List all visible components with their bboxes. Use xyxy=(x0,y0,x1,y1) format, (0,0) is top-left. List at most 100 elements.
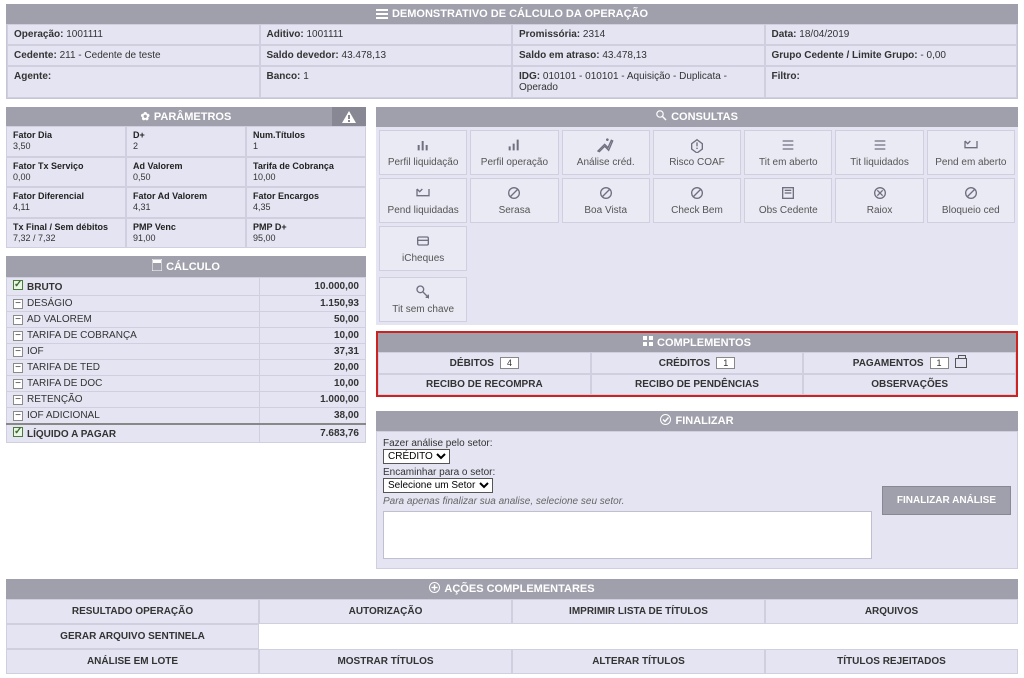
calc-row: −IOF ADICIONAL38,00 xyxy=(7,408,366,425)
info-grid: Operação: 1001111 Aditivo: 1001111 Promi… xyxy=(6,24,1018,99)
minus-icon: − xyxy=(13,347,23,357)
consulta-btn[interactable]: Serasa xyxy=(470,178,558,223)
info-operacao: Operação: 1001111 xyxy=(7,24,260,45)
consulta-btn[interactable]: Análise créd. xyxy=(562,130,650,175)
check-circle-icon xyxy=(660,414,671,428)
calc-row: −RETENÇÃO1.000,00 xyxy=(7,392,366,408)
param-cell: Fator Encargos4,35 xyxy=(246,187,366,218)
badge-pagamentos: 1 xyxy=(930,357,949,369)
calc-row: −TARIFA DE COBRANÇA10,00 xyxy=(7,328,366,344)
page-title: DEMONSTRATIVO DE CÁLCULO DA OPERAÇÃO xyxy=(392,8,648,20)
param-cell: PMP Venc91,00 xyxy=(126,218,246,249)
consulta-tit-sem-chave[interactable]: Tit sem chave xyxy=(379,277,467,322)
minus-icon: − xyxy=(13,411,23,421)
param-cell: D+2 xyxy=(126,126,246,157)
consulta-btn[interactable]: Pend em aberto xyxy=(927,130,1015,175)
param-cell: Fator Tx Serviço0,00 xyxy=(6,157,126,188)
calculo-header: CÁLCULO xyxy=(6,256,366,277)
consulta-btn[interactable]: Tit em aberto xyxy=(744,130,832,175)
acao-gerar-sentinela[interactable]: GERAR ARQUIVO SENTINELA xyxy=(6,624,259,649)
consulta-btn[interactable]: Bloqueio ced xyxy=(927,178,1015,223)
param-cell: Ad Valorem0,50 xyxy=(126,157,246,188)
check-icon xyxy=(13,427,23,437)
param-cell: Fator Diferencial4,11 xyxy=(6,187,126,218)
info-promissoria: Promissória: 2314 xyxy=(512,24,765,45)
info-idg: IDG: 010101 - 010101 - Aquisição - Dupli… xyxy=(512,66,765,98)
info-data: Data: 18/04/2019 xyxy=(765,24,1018,45)
consulta-btn[interactable]: Perfil liquidação xyxy=(379,130,467,175)
search-icon xyxy=(656,110,667,124)
calc-row: −IOF37,31 xyxy=(7,344,366,360)
finalizar-header: FINALIZAR xyxy=(376,411,1018,431)
comp-debitos[interactable]: DÉBITOS 4 xyxy=(378,352,591,374)
info-saldo-devedor: Saldo devedor: 43.478,13 xyxy=(260,45,513,66)
acao-resultado-operacao[interactable]: RESULTADO OPERAÇÃO xyxy=(6,599,259,624)
param-cell: PMP D+95,00 xyxy=(246,218,366,249)
calc-row-liquido: LÍQUIDO A PAGAR 7.683,76 xyxy=(7,424,366,443)
plus-circle-icon xyxy=(429,582,440,596)
acao-arquivos[interactable]: ARQUIVOS xyxy=(765,599,1018,624)
info-grupo: Grupo Cedente / Limite Grupo: - 0,00 xyxy=(765,45,1018,66)
acao-analise-lote[interactable]: ANÁLISE EM LOTE xyxy=(6,649,259,674)
acao-imprimir-lista[interactable]: IMPRIMIR LISTA DE TÍTULOS xyxy=(512,599,765,624)
calculo-table: BRUTO 10.000,00 −DESÁGIO1.150,93−AD VALO… xyxy=(6,277,366,443)
page-title-bar: DEMONSTRATIVO DE CÁLCULO DA OPERAÇÃO xyxy=(6,4,1018,24)
consulta-btn[interactable]: Boa Vista xyxy=(562,178,650,223)
param-cell: Fator Dia3,50 xyxy=(6,126,126,157)
fazer-analise-label: Fazer análise pelo setor: xyxy=(383,438,872,449)
acao-titulos-rejeitados[interactable]: TÍTULOS REJEITADOS xyxy=(765,649,1018,674)
calc-row: −DESÁGIO1.150,93 xyxy=(7,296,366,312)
comp-recibo-pendencias[interactable]: RECIBO DE PENDÊNCIAS xyxy=(591,374,804,395)
info-filtro: Filtro: xyxy=(765,66,1018,98)
consulta-btn[interactable]: Check Bem xyxy=(653,178,741,223)
acao-mostrar-titulos[interactable]: MOSTRAR TÍTULOS xyxy=(259,649,512,674)
parametros-grid: Fator Dia3,50D+2Num.Títulos1 Fator Tx Ser… xyxy=(6,126,366,248)
grid-icon xyxy=(643,336,653,349)
consulta-btn[interactable]: Pend liquidadas xyxy=(379,178,467,223)
param-cell: Tarifa de Cobrança10,00 xyxy=(246,157,366,188)
info-saldo-atraso: Saldo em atraso: 43.478,13 xyxy=(512,45,765,66)
comp-recibo-recompra[interactable]: RECIBO DE RECOMPRA xyxy=(378,374,591,395)
consulta-btn[interactable]: iCheques xyxy=(379,226,467,271)
minus-icon: − xyxy=(13,395,23,405)
minus-icon: − xyxy=(13,379,23,389)
calc-row: −AD VALOREM50,00 xyxy=(7,312,366,328)
badge-debitos: 4 xyxy=(500,357,519,369)
consulta-btn[interactable]: Raiox xyxy=(835,178,923,223)
param-cell: Tx Final / Sem débitos7,32 / 7,32 xyxy=(6,218,126,249)
consultas-header: CONSULTAS xyxy=(376,107,1018,127)
comp-observacoes[interactable]: OBSERVAÇÕES xyxy=(803,374,1016,395)
badge-creditos: 1 xyxy=(716,357,735,369)
comp-creditos[interactable]: CRÉDITOS 1 xyxy=(591,352,804,374)
calc-row: −TARIFA DE TED20,00 xyxy=(7,360,366,376)
complementos-header: COMPLEMENTOS xyxy=(378,333,1016,352)
consulta-btn[interactable]: Obs Cedente xyxy=(744,178,832,223)
comp-pagamentos[interactable]: PAGAMENTOS 1 xyxy=(803,352,1016,374)
minus-icon: − xyxy=(13,363,23,373)
encaminhar-select[interactable]: Selecione um Setor xyxy=(383,478,493,493)
info-banco: Banco: 1 xyxy=(260,66,513,98)
finalizar-textarea[interactable] xyxy=(383,511,872,559)
minus-icon: − xyxy=(13,315,23,325)
finalizar-analise-button[interactable]: FINALIZAR ANÁLISE xyxy=(882,486,1011,515)
warning-icon[interactable] xyxy=(332,107,366,126)
gear-icon: ✿ xyxy=(141,110,150,123)
info-cedente: Cedente: 211 - Cedente de teste xyxy=(7,45,260,66)
print-icon[interactable] xyxy=(955,358,967,368)
consulta-btn[interactable]: Risco COAF xyxy=(653,130,741,175)
acao-autorizacao[interactable]: AUTORIZAÇÃO xyxy=(259,599,512,624)
encaminhar-label: Encaminhar para o setor: xyxy=(383,467,872,478)
consulta-btn[interactable]: Perfil operação xyxy=(470,130,558,175)
fazer-analise-select[interactable]: CRÉDITO xyxy=(383,449,450,464)
acoes-header: AÇÕES COMPLEMENTARES xyxy=(6,579,1018,599)
list-icon xyxy=(376,8,388,20)
param-cell: Num.Títulos1 xyxy=(246,126,366,157)
check-icon xyxy=(13,280,23,290)
acao-alterar-titulos[interactable]: ALTERAR TÍTULOS xyxy=(512,649,765,674)
info-agente: Agente: xyxy=(7,66,260,98)
calc-row: −TARIFA DE DOC10,00 xyxy=(7,376,366,392)
calculator-icon xyxy=(152,259,162,274)
consulta-btn[interactable]: Tit liquidados xyxy=(835,130,923,175)
finalizar-body: Fazer análise pelo setor: CRÉDITO Encami… xyxy=(376,431,1018,569)
minus-icon: − xyxy=(13,299,23,309)
